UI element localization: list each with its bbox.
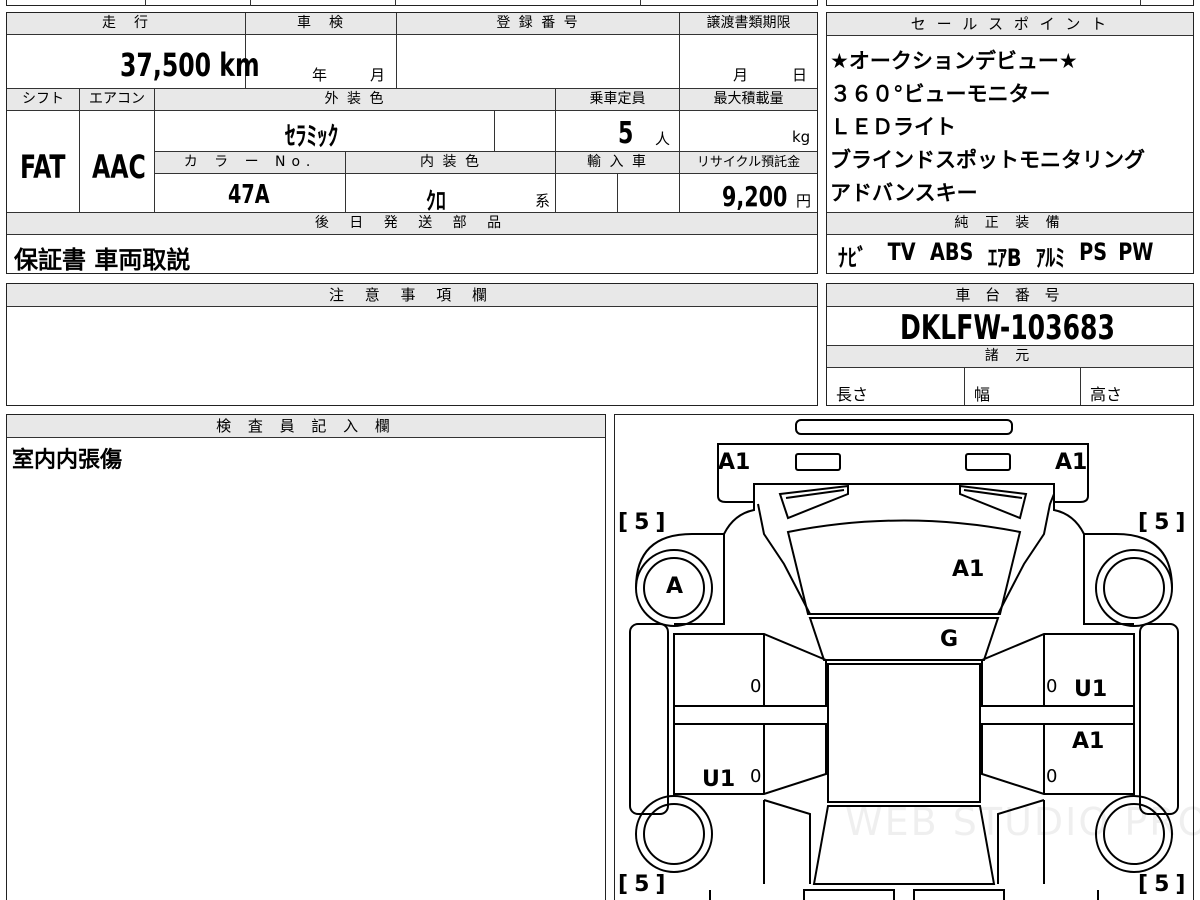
sales-points-list: ★オークションデビュー★ ３６０°ビューモニター ＬＥＤライト ブラインドスポッ… — [830, 45, 1145, 210]
transfer-label: 譲渡書類期限 — [680, 13, 817, 35]
top-strip — [6, 0, 818, 6]
zero-mark: 0 — [750, 676, 762, 697]
later-parts-label: 後 日 発 送 部 品 — [7, 213, 817, 235]
inspection-label: 車 検 — [246, 13, 396, 35]
equipment-item: ｱﾙﾐ — [1035, 244, 1065, 272]
interior-value: ｸﾛ — [426, 187, 446, 215]
sales-points-title: セ ー ル ス ポ イ ン ト — [827, 13, 1193, 36]
sales-point-item: アドバンスキー — [830, 181, 978, 205]
interior-label: 内 装 色 — [346, 152, 555, 174]
equipment-item: ｴｱB — [987, 244, 1022, 272]
transfer-day: 日 — [792, 66, 808, 84]
capacity-value: 5 — [618, 116, 634, 151]
mark-front-right: A1 — [1055, 450, 1088, 475]
mark-door-rear-right: A1 — [1072, 729, 1105, 754]
capacity-unit: 人 — [655, 130, 671, 148]
mark-front-left: A1 — [718, 450, 751, 475]
tire-tread-front-left: [5] — [618, 510, 672, 535]
mark-windshield: G — [940, 627, 959, 652]
mark-hood: A1 — [952, 557, 985, 582]
equipment-item: TV — [887, 238, 916, 266]
equipment-item: ﾅﾋﾞ — [838, 244, 867, 272]
inspection-year: 年 — [312, 66, 328, 84]
watermark: WEB STUDIO PRO — [845, 800, 1200, 844]
transfer-month: 月 — [733, 66, 749, 84]
shift-value: FAT — [20, 148, 66, 186]
color-no-value: 47A — [228, 180, 270, 210]
sales-point-item: ３６０°ビューモニター — [830, 82, 1051, 106]
ac-value: AAC — [92, 148, 146, 186]
exterior-value: ｾﾗﾐｯｸ — [285, 122, 339, 152]
recycle-value: 9,200 — [722, 180, 788, 213]
import-label: 輸 入 車 — [556, 152, 679, 174]
sales-point-item: ブラインドスポットモニタリング — [830, 148, 1145, 172]
equipment-item: PS — [1079, 238, 1108, 266]
inspection-month: 月 — [370, 66, 386, 84]
mark-door-rear-left: U1 — [702, 767, 736, 792]
length-label: 長さ — [836, 385, 869, 404]
tire-tread-rear-right: [5] — [1138, 872, 1192, 897]
recycle-unit: 円 — [796, 192, 812, 210]
equipment-list: ﾅﾋﾞ TV ABS ｴｱB ｱﾙﾐ PS PW — [838, 238, 1153, 273]
color-no-label: カ ラ ー No. — [155, 152, 345, 174]
inspector-title: 検 査 員 記 入 欄 — [7, 415, 605, 438]
maxload-label: 最大積載量 — [680, 89, 817, 111]
zero-mark: 0 — [750, 766, 762, 787]
notes-title: 注 意 事 項 欄 — [7, 284, 817, 307]
mileage-value: 37,500 km — [120, 46, 260, 84]
ac-label: エアコン — [80, 89, 154, 111]
height-label: 高さ — [1090, 385, 1123, 404]
zero-mark: 0 — [1046, 676, 1058, 697]
equipment-item: ABS — [929, 238, 974, 266]
spec-title: 諸 元 — [827, 346, 1193, 368]
recycle-label: リサイクル預託金 — [680, 152, 817, 174]
equipment-item: PW — [1118, 238, 1154, 266]
mark-wheel-front-left: A — [666, 574, 684, 599]
sales-point-item: ＬＥＤライト — [830, 115, 956, 139]
mileage-label: 走 行 — [7, 13, 245, 35]
later-parts-value: 保証書 車両取説 — [14, 246, 191, 274]
tire-tread-rear-left: [5] — [618, 872, 672, 897]
inspector-box — [6, 414, 606, 900]
zero-mark: 0 — [1046, 766, 1058, 787]
mark-door-front-right: U1 — [1074, 677, 1108, 702]
chassis-title: 車 台 番 号 — [827, 284, 1193, 307]
inspector-comment: 室内内張傷 — [12, 448, 123, 473]
registration-label: 登 録 番 号 — [397, 13, 679, 35]
equipment-title: 純 正 装 備 — [827, 213, 1193, 235]
chassis-value: DKLFW-103683 — [900, 308, 1115, 348]
tire-tread-front-right: [5] — [1138, 510, 1192, 535]
width-label: 幅 — [974, 385, 991, 404]
interior-suffix: 系 — [535, 192, 551, 210]
shift-label: シフト — [7, 89, 79, 111]
sales-point-item: ★オークションデビュー★ — [830, 49, 1078, 73]
capacity-label: 乗車定員 — [556, 89, 679, 111]
maxload-unit: kg — [792, 128, 811, 146]
exterior-label: 外 装 色 — [155, 89, 555, 111]
